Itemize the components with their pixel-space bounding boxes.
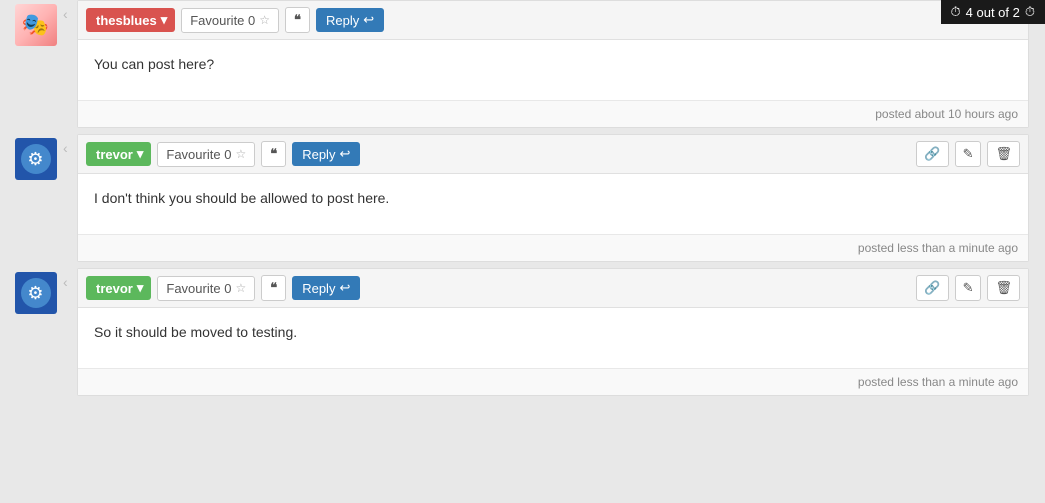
- delete-button[interactable]: 🗑: [987, 141, 1020, 167]
- dropdown-arrow-icon: ▾: [161, 12, 168, 28]
- dropdown-arrow-icon: ▾: [137, 280, 144, 296]
- nav-left[interactable]: ‹: [63, 268, 77, 290]
- favourite-label: Favourite 0: [190, 13, 255, 28]
- post-timestamp: posted less than a minute ago: [858, 375, 1018, 389]
- avatar: ⚙: [15, 272, 57, 314]
- edit-icon: ✎: [963, 280, 974, 295]
- link-button[interactable]: 🔗: [916, 141, 948, 167]
- post-timestamp: posted about 10 hours ago: [875, 107, 1018, 121]
- edit-button[interactable]: ✎: [955, 275, 982, 301]
- page-wrapper: ⏱ 4 out of 2 ⏱ 🎭 ‹ thesblues ▾: [0, 0, 1045, 503]
- nav-left[interactable]: ‹: [63, 0, 77, 22]
- avatar-inner: ⚙: [21, 144, 51, 174]
- favourite-button[interactable]: Favourite 0 ☆: [157, 276, 255, 301]
- post-row: ⚙ ‹ trevor ▾ Favourite 0 ☆ ❝: [8, 134, 1037, 262]
- quote-button[interactable]: ❝: [285, 7, 310, 33]
- post-body: trevor ▾ Favourite 0 ☆ ❝ Reply ↩: [77, 268, 1029, 396]
- post-body: thesblues ▾ Favourite 0 ☆ ❝ Reply ↩: [77, 0, 1029, 128]
- edit-button[interactable]: ✎: [955, 141, 982, 167]
- post-footer: posted less than a minute ago: [78, 368, 1028, 395]
- badge-icon-right: ⏱: [1025, 4, 1035, 20]
- star-icon: ☆: [235, 281, 246, 295]
- quote-icon: ❝: [294, 12, 301, 27]
- reply-arrow-icon: ↩: [363, 12, 374, 28]
- reply-arrow-icon: ↩: [339, 280, 350, 296]
- edit-icon: ✎: [963, 146, 974, 161]
- favourite-button[interactable]: Favourite 0 ☆: [181, 8, 279, 33]
- badge-text: 4 out of 2: [966, 5, 1020, 20]
- favourite-label: Favourite 0: [166, 281, 231, 296]
- quote-button[interactable]: ❝: [261, 141, 286, 167]
- post-body: trevor ▾ Favourite 0 ☆ ❝ Reply ↩: [77, 134, 1029, 262]
- author-name: thesblues: [96, 13, 157, 28]
- post-avatar: 🎭: [8, 0, 63, 46]
- star-icon: ☆: [235, 147, 246, 161]
- reply-button[interactable]: Reply ↩: [292, 142, 360, 166]
- author-button[interactable]: trevor ▾: [86, 276, 151, 300]
- avatar-inner: ⚙: [21, 278, 51, 308]
- post-footer: posted less than a minute ago: [78, 234, 1028, 261]
- link-icon: 🔗: [924, 280, 940, 295]
- author-name: trevor: [96, 281, 133, 296]
- post-content: You can post here?: [78, 40, 1028, 100]
- favourite-button[interactable]: Favourite 0 ☆: [157, 142, 255, 167]
- dropdown-arrow-icon: ▾: [137, 146, 144, 162]
- author-name: trevor: [96, 147, 133, 162]
- post-toolbar: thesblues ▾ Favourite 0 ☆ ❝ Reply ↩: [78, 1, 1028, 40]
- quote-icon: ❝: [270, 280, 277, 295]
- post-text: I don't think you should be allowed to p…: [94, 190, 389, 206]
- post-avatar: ⚙: [8, 268, 63, 314]
- delete-button[interactable]: 🗑: [987, 275, 1020, 301]
- post-footer: posted about 10 hours ago: [78, 100, 1028, 127]
- reply-label: Reply: [326, 13, 359, 28]
- link-button[interactable]: 🔗: [916, 275, 948, 301]
- post-toolbar: trevor ▾ Favourite 0 ☆ ❝ Reply ↩: [78, 135, 1028, 174]
- author-button[interactable]: trevor ▾: [86, 142, 151, 166]
- quote-button[interactable]: ❝: [261, 275, 286, 301]
- star-icon: ☆: [259, 13, 270, 27]
- post-content: I don't think you should be allowed to p…: [78, 174, 1028, 234]
- post-content: So it should be moved to testing.: [78, 308, 1028, 368]
- author-button[interactable]: thesblues ▾: [86, 8, 175, 32]
- post-text: So it should be moved to testing.: [94, 324, 297, 340]
- clock-icon: ⏱: [951, 4, 961, 20]
- post-avatar: ⚙: [8, 134, 63, 180]
- post-row: 🎭 ‹ thesblues ▾ Favourite 0 ☆ ❝: [8, 0, 1037, 128]
- post-row: ⚙ ‹ trevor ▾ Favourite 0 ☆ ❝: [8, 268, 1037, 396]
- posts-list: 🎭 ‹ thesblues ▾ Favourite 0 ☆ ❝: [0, 0, 1045, 396]
- delete-icon: 🗑: [995, 280, 1012, 295]
- delete-icon: 🗑: [995, 146, 1012, 161]
- reply-label: Reply: [302, 147, 335, 162]
- post-text: You can post here?: [94, 56, 214, 72]
- quote-icon: ❝: [270, 146, 277, 161]
- post-toolbar: trevor ▾ Favourite 0 ☆ ❝ Reply ↩: [78, 269, 1028, 308]
- reply-button[interactable]: Reply ↩: [292, 276, 360, 300]
- link-icon: 🔗: [924, 146, 940, 161]
- avatar: 🎭: [15, 4, 57, 46]
- pagination-badge: ⏱ 4 out of 2 ⏱: [941, 0, 1045, 24]
- avatar: ⚙: [15, 138, 57, 180]
- nav-left[interactable]: ‹: [63, 134, 77, 156]
- post-timestamp: posted less than a minute ago: [858, 241, 1018, 255]
- favourite-label: Favourite 0: [166, 147, 231, 162]
- reply-arrow-icon: ↩: [339, 146, 350, 162]
- reply-label: Reply: [302, 281, 335, 296]
- reply-button[interactable]: Reply ↩: [316, 8, 384, 32]
